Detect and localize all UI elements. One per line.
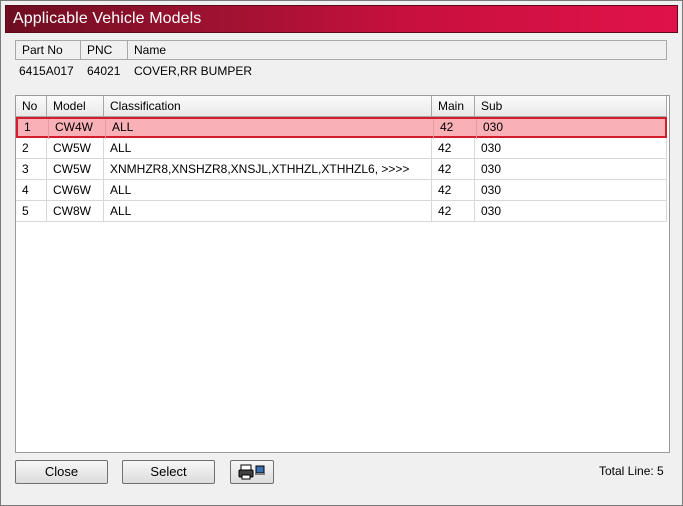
cell-main: 42 — [432, 159, 475, 179]
table-row[interactable]: 3 CW5W XNMHZR8,XNSHZR8,XNSJL,XTHHZL,XTHH… — [16, 159, 667, 180]
window-title: Applicable Vehicle Models — [13, 10, 202, 27]
cell-classification: XNMHZR8,XNSHZR8,XNSJL,XTHHZL,XTHHZL6, >>… — [104, 159, 432, 179]
cell-classification: ALL — [106, 119, 434, 139]
table-row-selected[interactable]: 1 CW4W ALL 42 030 — [16, 117, 667, 139]
column-header-model[interactable]: Model — [47, 96, 104, 116]
applicable-vehicle-models-window: Applicable Vehicle Models Part No PNC Na… — [0, 0, 683, 506]
table-row[interactable]: 5 CW8W ALL 42 030 — [16, 201, 667, 222]
part-no-value: 6415A017 — [19, 64, 74, 78]
title-bar[interactable]: Applicable Vehicle Models — [5, 5, 678, 33]
cell-classification: ALL — [104, 180, 432, 200]
cell-no: 4 — [16, 180, 47, 200]
cell-classification: ALL — [104, 201, 432, 221]
cell-no: 3 — [16, 159, 47, 179]
vehicle-models-table[interactable]: No Model Classification Main Sub 1 CW4W … — [15, 95, 670, 453]
cell-model: CW6W — [47, 180, 104, 200]
cell-model: CW8W — [47, 201, 104, 221]
name-header: Name — [134, 43, 167, 57]
cell-no: 1 — [18, 119, 49, 139]
column-header-sub[interactable]: Sub — [475, 96, 667, 116]
cell-model: CW5W — [47, 159, 104, 179]
cell-model: CW5W — [47, 138, 104, 158]
table-row[interactable]: 4 CW6W ALL 42 030 — [16, 180, 667, 201]
cell-sub: 030 — [475, 180, 667, 200]
table-header: No Model Classification Main Sub — [16, 96, 667, 117]
column-header-classification[interactable]: Classification — [104, 96, 432, 116]
part-name-value: COVER,RR BUMPER — [134, 64, 253, 78]
cell-main: 42 — [432, 138, 475, 158]
cell-classification: ALL — [104, 138, 432, 158]
table-row[interactable]: 2 CW5W ALL 42 030 — [16, 138, 667, 159]
column-header-main[interactable]: Main — [432, 96, 475, 116]
cell-sub: 030 — [475, 138, 667, 158]
close-button[interactable]: Close — [15, 460, 108, 484]
cell-main: 42 — [434, 119, 477, 139]
cell-sub: 030 — [475, 159, 667, 179]
cell-main: 42 — [432, 201, 475, 221]
select-button[interactable]: Select — [122, 460, 215, 484]
pnc-header: PNC — [81, 41, 128, 59]
cell-sub: 030 — [475, 201, 667, 221]
cell-main: 42 — [432, 180, 475, 200]
cell-model: CW4W — [49, 119, 106, 139]
column-header-no[interactable]: No — [16, 96, 47, 116]
total-line-count: Total Line: 5 — [599, 464, 664, 478]
cell-sub: 030 — [483, 120, 504, 134]
cell-no: 2 — [16, 138, 47, 158]
printer-icon — [238, 464, 265, 480]
part-no-header: Part No — [16, 41, 81, 59]
cell-no: 5 — [16, 201, 47, 221]
part-info-header: Part No PNC Name — [15, 40, 667, 60]
pnc-value: 64021 — [87, 64, 121, 78]
part-info-values: 6415A017 64021 COVER,RR BUMPER — [15, 61, 665, 81]
print-button[interactable] — [230, 460, 274, 484]
